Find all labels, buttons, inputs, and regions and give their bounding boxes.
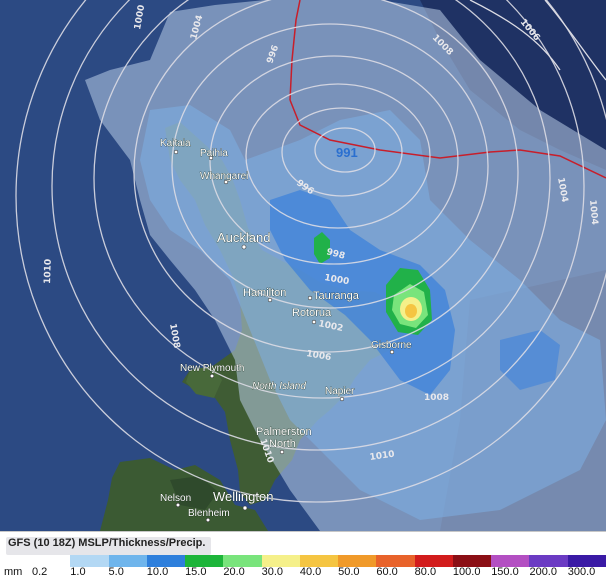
precip-legend: GFS (10 18Z) MSLP/Thickness/Precip. mm 0…: [0, 531, 606, 579]
colorbar-tick-label: 30.0: [261, 566, 284, 578]
place-label: Nelson: [160, 493, 191, 504]
colorbar-tick-label: 100.0: [452, 566, 481, 578]
city-dot: [242, 505, 248, 511]
place-label: Tauranga: [313, 290, 360, 302]
colorbar-tick-label: 50.0: [338, 566, 360, 578]
colorbar-tick-label: 20.0: [223, 566, 245, 578]
low-pressure-label: 991: [336, 145, 358, 160]
city-dot: [279, 449, 285, 455]
place-label: Hamilton: [243, 287, 286, 299]
place-label: Gisborne: [371, 340, 412, 351]
place-label: Whangarei: [200, 171, 248, 182]
place-label: New Plymouth: [180, 363, 244, 374]
place-label: Palmerston: [256, 426, 312, 438]
colorbar-tick-label: 15.0: [185, 566, 207, 578]
isobar-label: 1008: [424, 393, 449, 403]
legend-title: GFS (10 18Z) MSLP/Thickness/Precip.: [6, 537, 212, 555]
place-label: Auckland: [217, 230, 270, 245]
colorbar-tick-label: 10.0: [146, 566, 169, 578]
city-dot: [173, 149, 179, 155]
precip-30-0: [405, 304, 417, 318]
place-label: Paihia: [200, 148, 228, 159]
colorbar-ticks: mm 0.2 1.0 5.0 10.0 15.0 20.0 30.0 40.0 50.0 60.0…: [0, 566, 606, 579]
legend-unit: mm: [4, 566, 23, 578]
place-label: Rotorua: [292, 307, 332, 319]
place-label: Napier: [325, 386, 355, 397]
city-dot: [241, 244, 247, 250]
colorbar-tick-label: 150.0: [491, 566, 519, 578]
city-dot: [339, 396, 345, 402]
colorbar-tick-label: 60.0: [376, 566, 398, 578]
isobar-label: 1010: [43, 259, 54, 284]
colorbar-tick-label: 0.2: [32, 566, 48, 578]
city-dot: [311, 319, 317, 325]
weather-map[interactable]: 991 996 1004 1000 1006 1008 1010 1004 99…: [0, 0, 606, 578]
place-label: North Island: [252, 381, 306, 392]
place-label: Wellington: [213, 489, 273, 504]
colorbar-tick-label: 80.0: [414, 566, 437, 578]
colorbar-tick-label: 300.0: [567, 566, 596, 578]
city-dot: [209, 373, 215, 379]
colorbar-tick-label: 5.0: [108, 566, 124, 578]
colorbar-tick-label: 1.0: [70, 566, 86, 578]
place-label: Blenheim: [188, 508, 230, 519]
colorbar-tick-label: 200.0: [529, 566, 557, 578]
colorbar-tick-label: 40.0: [299, 566, 322, 578]
place-label: Kaitaia: [160, 138, 191, 149]
place-label: North: [269, 438, 296, 450]
city-dot: [307, 295, 313, 301]
